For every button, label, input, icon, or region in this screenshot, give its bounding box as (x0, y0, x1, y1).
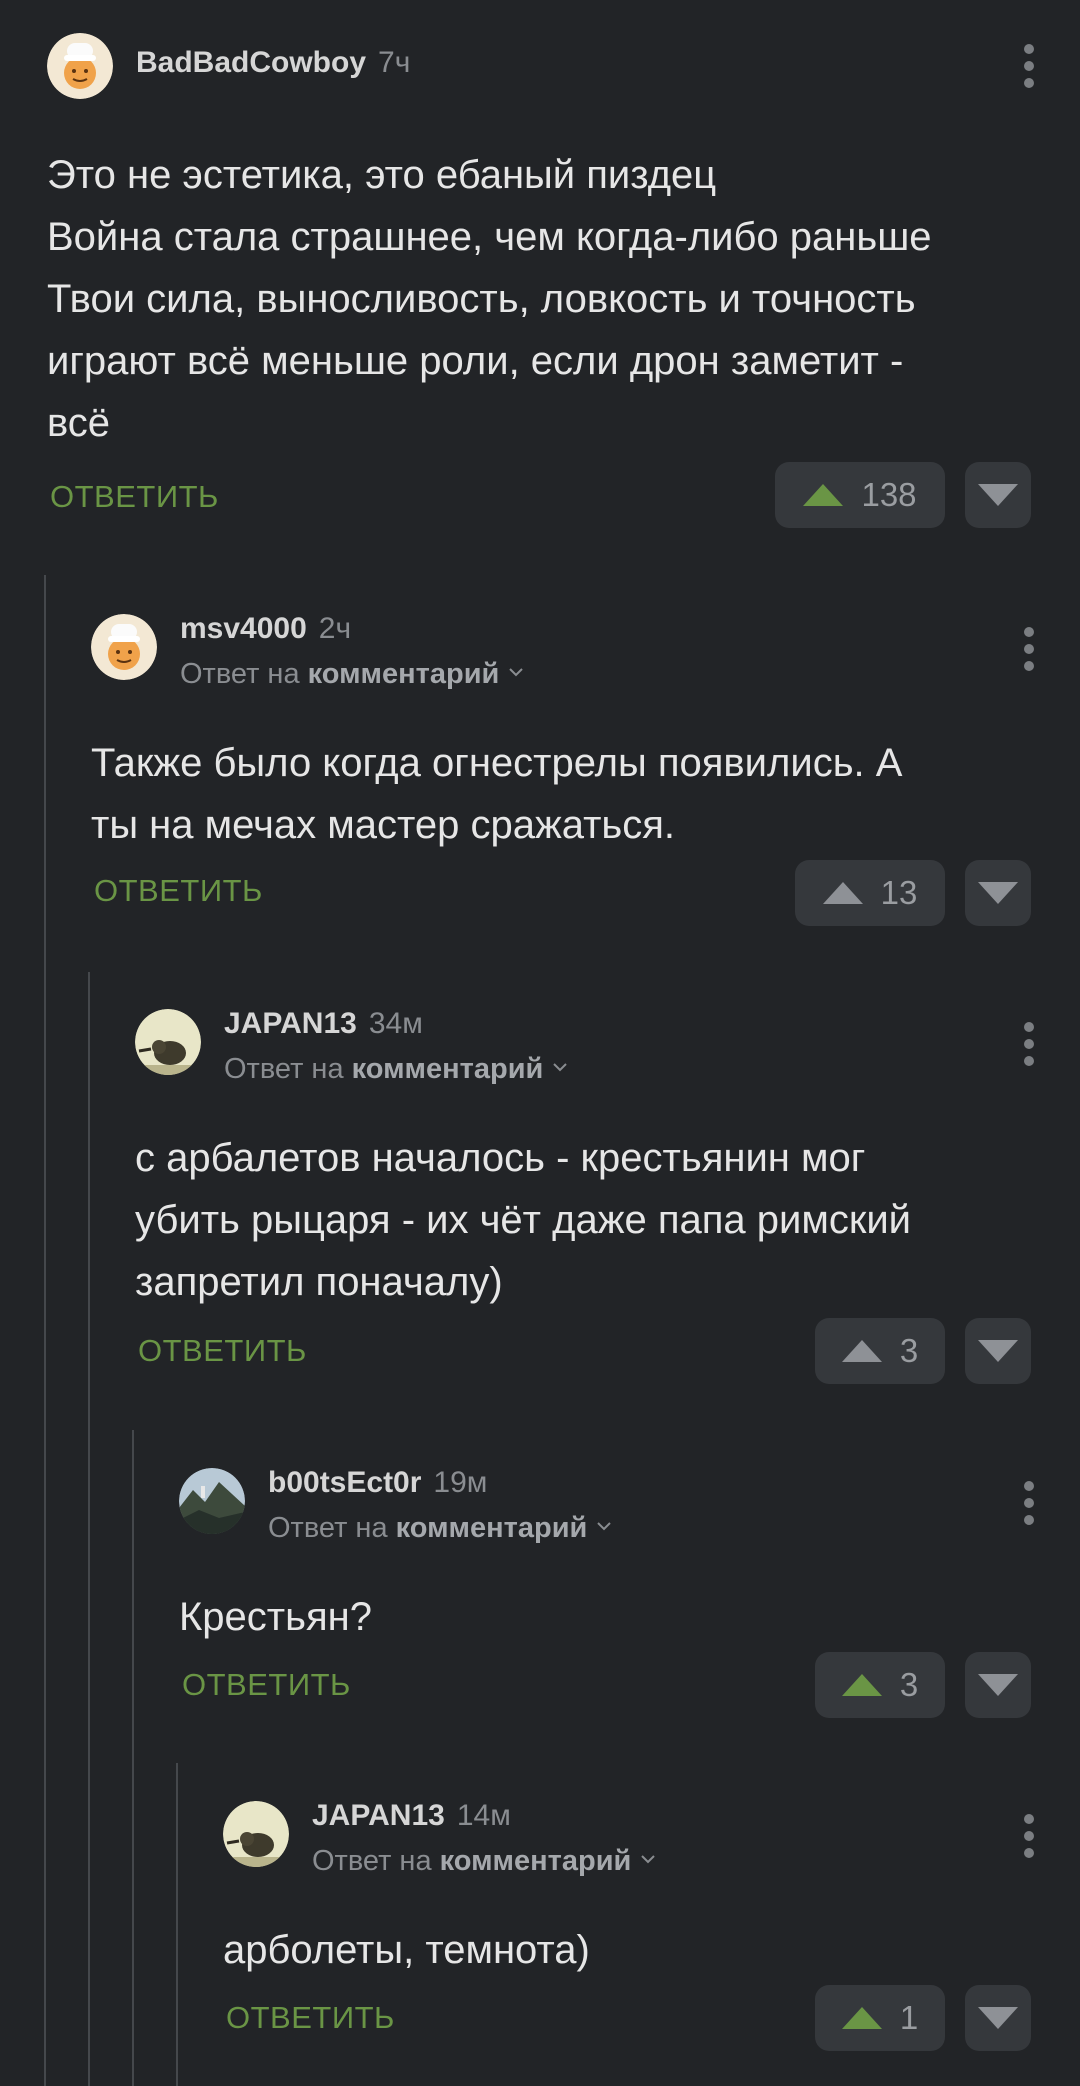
reply-button[interactable]: ОТВЕТИТЬ (182, 1667, 351, 1703)
chevron-down-icon (597, 1522, 612, 1531)
username[interactable]: BadBadCowboy 7ч (136, 46, 410, 80)
hedgehog-avatar[interactable] (135, 1009, 201, 1075)
thread-line[interactable] (88, 972, 90, 2086)
reply-button[interactable]: ОТВЕТИТЬ (226, 2000, 395, 2036)
upvote-arrow-icon (803, 484, 844, 506)
timestamp: 19м (433, 1466, 488, 1499)
thread-line[interactable] (176, 1763, 178, 2086)
comment: BadBadCowboy 7ч Это не эстетика, это ебан… (47, 30, 1080, 540)
chevron-down-icon (509, 668, 524, 677)
comment-text: Это не эстетика, это ебаный пиздец Война… (47, 153, 932, 445)
comment: JAPAN13 34м Ответ на комментарий с арбале… (135, 1007, 1080, 1407)
reply-to-link[interactable]: Ответ на комментарий (312, 1845, 656, 1878)
downvote-arrow-icon (978, 484, 1018, 506)
username[interactable]: b00tsEct0r 19м (268, 1466, 487, 1500)
upvote-button[interactable]: 1 (815, 1985, 945, 2051)
upvote-button[interactable]: 3 (815, 1318, 945, 1384)
downvote-arrow-icon (978, 1674, 1018, 1696)
upvote-arrow-icon (841, 1674, 882, 1696)
downvote-arrow-icon (978, 2007, 1018, 2029)
comment-text: Крестьян? (179, 1595, 372, 1639)
reply-to-link[interactable]: Ответ на комментарий (180, 658, 524, 691)
hedgehog-avatar[interactable] (223, 1801, 289, 1867)
comment: b00tsEct0r 19м Ответ на комментарий Крест… (179, 1466, 1080, 1746)
chevron-down-icon (553, 1063, 568, 1072)
cowboy-avatar[interactable] (47, 33, 113, 99)
downvote-arrow-icon (978, 1340, 1018, 1362)
vote-count: 3 (899, 1666, 919, 1703)
thread-line[interactable] (44, 575, 46, 2086)
downvote-button[interactable] (965, 1985, 1031, 2051)
downvote-button[interactable] (965, 860, 1031, 926)
timestamp: 2ч (318, 612, 352, 645)
upvote-button[interactable]: 3 (815, 1652, 945, 1718)
downvote-button[interactable] (965, 462, 1031, 528)
username[interactable]: msv4000 2ч (180, 612, 351, 646)
downvote-button[interactable] (965, 1652, 1031, 1718)
username[interactable]: JAPAN13 34м (224, 1007, 423, 1041)
cowboy-avatar[interactable] (91, 614, 157, 680)
timestamp: 14м (456, 1799, 511, 1832)
vote-count: 1 (899, 1999, 919, 2036)
comment: JAPAN13 14м Ответ на комментарий арболеты… (223, 1799, 1080, 2079)
vote-count: 13 (880, 874, 918, 911)
chevron-down-icon (641, 1855, 656, 1864)
upvote-arrow-icon (822, 882, 863, 904)
more-options-icon[interactable] (1024, 1814, 1034, 1865)
vote-count: 3 (899, 1332, 919, 1369)
thread-line[interactable] (132, 1430, 134, 2086)
timestamp: 7ч (378, 46, 411, 79)
reply-button[interactable]: ОТВЕТИТЬ (50, 479, 219, 515)
comment: msv4000 2ч Ответ на комментарий Также был… (91, 612, 1080, 932)
upvote-button[interactable]: 138 (775, 462, 945, 528)
reply-to-link[interactable]: Ответ на комментарий (224, 1053, 568, 1086)
downvote-button[interactable] (965, 1318, 1031, 1384)
reply-button[interactable]: ОТВЕТИТЬ (94, 873, 263, 909)
upvote-button[interactable]: 13 (795, 860, 945, 926)
more-options-icon[interactable] (1024, 44, 1034, 95)
downvote-arrow-icon (978, 882, 1018, 904)
comment-text: арболеты, темнота) (223, 1928, 590, 1972)
comment-text: Также было когда огнестрелы появились. А… (91, 741, 903, 847)
more-options-icon[interactable] (1024, 627, 1034, 678)
username[interactable]: JAPAN13 14м (312, 1799, 511, 1833)
more-options-icon[interactable] (1024, 1481, 1034, 1532)
reply-to-link[interactable]: Ответ на комментарий (268, 1512, 612, 1545)
upvote-arrow-icon (841, 1340, 882, 1362)
comment-thread: BadBadCowboy 7ч Это не эстетика, это ебан… (0, 0, 1080, 2086)
comment-text: с арбалетов началось - крестьянин мог уб… (135, 1136, 912, 1304)
upvote-arrow-icon (841, 2007, 882, 2029)
more-options-icon[interactable] (1024, 1022, 1034, 1073)
landscape-avatar[interactable] (179, 1468, 245, 1534)
timestamp: 34м (368, 1007, 423, 1040)
vote-count: 138 (861, 476, 917, 513)
reply-button[interactable]: ОТВЕТИТЬ (138, 1333, 307, 1369)
